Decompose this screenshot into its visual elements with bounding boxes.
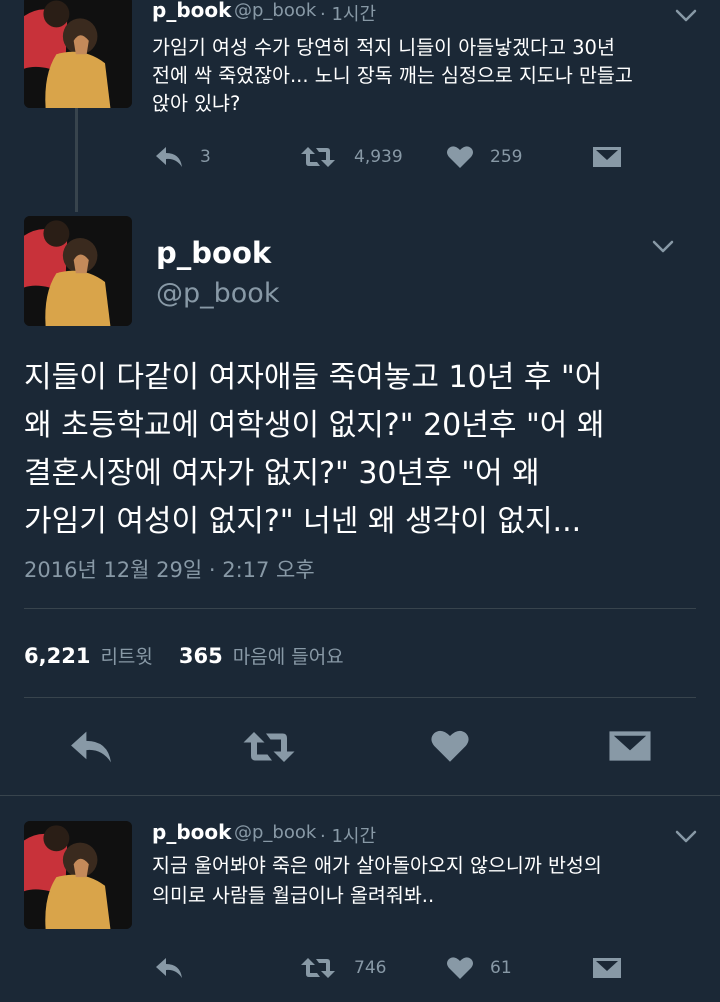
chevron-down-icon[interactable] — [652, 240, 674, 254]
retweet-icon — [301, 147, 335, 167]
dm-envelope-icon — [593, 147, 621, 167]
heart-icon — [431, 730, 469, 762]
like-button[interactable]: 61 — [446, 956, 512, 980]
reply-icon — [156, 147, 182, 167]
reply-button[interactable] — [154, 956, 184, 980]
dm-envelope-icon — [593, 958, 621, 978]
like-count: 259 — [490, 147, 523, 167]
dm-button[interactable] — [592, 145, 622, 169]
retweet-button[interactable] — [242, 728, 296, 766]
reply-count: 3 — [200, 147, 211, 167]
retweet-button[interactable]: 4,939 — [300, 145, 403, 169]
divider — [24, 697, 696, 698]
reply-icon — [156, 958, 182, 978]
heart-icon — [447, 957, 473, 979]
avatar[interactable] — [24, 821, 132, 929]
dm-envelope-icon — [609, 731, 651, 761]
tweet-time: · 1시간 — [320, 4, 377, 25]
retweet-count: 4,939 — [354, 147, 403, 167]
reply-button[interactable]: 3 — [154, 145, 211, 169]
thread-connector-line — [75, 108, 78, 212]
heart-icon — [447, 146, 473, 168]
author-handle[interactable]: @p_book — [234, 822, 316, 843]
chevron-down-icon[interactable] — [675, 830, 697, 844]
dm-button[interactable] — [592, 956, 622, 980]
author-handle[interactable]: @p_book — [234, 0, 316, 21]
retweet-button[interactable]: 746 — [300, 956, 386, 980]
reply-icon — [71, 731, 111, 763]
tweet-text-line: 의미로 사람들 월급이나 올려줘봐.. — [152, 884, 435, 907]
chevron-down-icon[interactable] — [675, 9, 697, 23]
like-total-label: 마음에 들어요 — [232, 646, 344, 668]
retweet-total-label: 리트윗 — [100, 646, 153, 668]
tweet-text-line: 앉아 있냐? — [152, 92, 241, 115]
retweet-icon — [243, 732, 295, 762]
author-name[interactable]: p_book — [156, 236, 271, 270]
tweet-time: · 1시간 — [320, 826, 377, 847]
divider — [0, 795, 720, 796]
like-total[interactable]: 365 — [179, 644, 223, 668]
reply-button[interactable] — [68, 728, 114, 766]
tweet-stats: 6,221 리트윗 365 마음에 들어요 — [24, 642, 370, 669]
avatar[interactable] — [24, 216, 132, 326]
like-button[interactable]: 259 — [446, 145, 522, 169]
author-handle[interactable]: @p_book — [156, 278, 279, 309]
tweet-text-line: 전에 싹 죽였잖아... 노니 장독 깨는 심정으로 지도나 만들고 — [152, 64, 633, 87]
like-count: 61 — [490, 958, 512, 978]
main-tweet-text: 지들이 다같이 여자애들 죽여놓고 10년 후 "어 왜 초등학교에 여학생이 … — [24, 354, 605, 546]
retweet-count: 746 — [354, 958, 387, 978]
avatar[interactable] — [24, 0, 132, 108]
author-name[interactable]: p_book — [152, 820, 231, 844]
main-tweet-text-line: 결혼시장에 여자가 없지?" 30년후 "어 왜 — [24, 456, 540, 491]
tweet-text-line: 지금 울어봐야 죽은 애가 살아돌아오지 않으니까 반성의 — [152, 854, 602, 877]
author-name[interactable]: p_book — [152, 0, 231, 22]
main-tweet-text-line: 지들이 다같이 여자애들 죽여놓고 10년 후 "어 — [24, 360, 603, 395]
divider — [24, 608, 696, 609]
like-button[interactable] — [430, 728, 470, 764]
main-tweet-text-line: 가임기 여성이 없지?" 너넨 왜 생각이 없지... — [24, 504, 582, 539]
retweet-icon — [301, 958, 335, 978]
tweet-timestamp[interactable]: 2016년 12월 29일 · 2:17 오후 — [24, 554, 315, 584]
main-tweet-text-line: 왜 초등학교에 여학생이 없지?" 20년후 "어 왜 — [24, 408, 605, 443]
tweet-text-line: 가임기 여성 수가 당연히 적지 니들이 아들낳겠다고 30년 — [152, 36, 615, 59]
retweet-total[interactable]: 6,221 — [24, 644, 90, 668]
dm-button[interactable] — [608, 728, 652, 764]
